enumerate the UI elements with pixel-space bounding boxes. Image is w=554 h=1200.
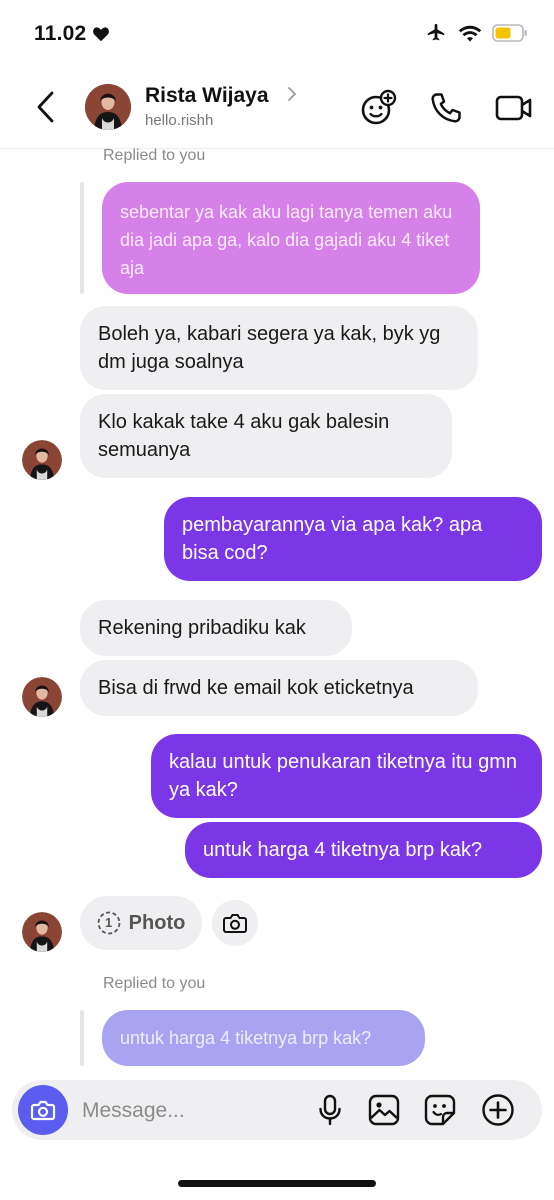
sticker-button[interactable] [420, 1090, 460, 1130]
reply-camera-button[interactable] [212, 900, 258, 946]
phone-icon [431, 93, 461, 123]
effects-button[interactable] [358, 88, 398, 128]
reply-bar [80, 1010, 84, 1066]
incoming-message-bubble[interactable]: Klo kakak take 4 aku gak balesin semuany… [80, 394, 452, 478]
photo-label: Photo [128, 911, 186, 934]
microphone-icon [319, 1094, 341, 1126]
incoming-message-bubble[interactable]: Bisa di frwd ke email kok eticketnya [80, 660, 478, 716]
replied-label: Replied to you [103, 975, 206, 992]
view-once-icon: 1 [97, 911, 121, 935]
view-once-count: 1 [105, 915, 113, 930]
sticker-icon [424, 1094, 456, 1126]
heart-icon [93, 27, 110, 42]
voice-call-button[interactable] [426, 88, 466, 128]
avatar-image [22, 677, 62, 717]
back-button[interactable] [30, 88, 62, 126]
back-chevron-icon [37, 91, 54, 123]
wifi-icon [458, 25, 482, 42]
chevron-right-icon[interactable] [287, 86, 297, 107]
reply-bar [80, 182, 84, 294]
home-indicator[interactable] [178, 1180, 376, 1187]
camera-icon [30, 1100, 56, 1121]
composer-camera-button[interactable] [18, 1085, 68, 1135]
contact-name[interactable]: Rista Wijaya [145, 84, 269, 108]
quoted-message-bubble[interactable]: untuk harga 4 tiketnya brp kak? [102, 1010, 425, 1066]
airplane-icon [427, 23, 445, 41]
chat-header [0, 70, 554, 149]
avatar-image [22, 912, 62, 952]
sender-avatar[interactable] [22, 912, 62, 952]
outgoing-message-bubble[interactable]: kalau untuk penukaran tiketnya itu gmn y… [151, 734, 542, 818]
outgoing-message-bubble[interactable]: untuk harga 4 tiketnya brp kak? [185, 822, 542, 878]
outgoing-message-bubble[interactable]: pembayarannya via apa kak? apa bisa cod? [164, 497, 542, 581]
voice-message-button[interactable] [310, 1090, 350, 1130]
sender-avatar[interactable] [22, 440, 62, 480]
gallery-button[interactable] [364, 1090, 404, 1130]
contact-handle: hello.rishh [145, 112, 214, 129]
incoming-message-bubble[interactable]: Rekening pribadiku kak [80, 600, 352, 656]
replied-label: Replied to you [103, 147, 206, 164]
effects-icon [361, 89, 397, 125]
gallery-icon [368, 1094, 400, 1126]
avatar-image [85, 84, 131, 130]
contact-avatar[interactable] [85, 84, 131, 130]
status-time-text: 11.02 [34, 22, 87, 45]
plus-icon [482, 1094, 514, 1126]
avatar-image [22, 440, 62, 480]
incoming-message-bubble[interactable]: Boleh ya, kabari segera ya kak, byk yg d… [80, 306, 478, 390]
battery-icon [492, 24, 527, 42]
video-call-button[interactable] [494, 88, 534, 128]
more-options-button[interactable] [478, 1090, 518, 1130]
status-time: 11.02 [34, 22, 110, 46]
video-icon [495, 95, 532, 121]
message-input[interactable] [80, 1090, 304, 1132]
quoted-message-bubble[interactable]: sebentar ya kak aku lagi tanya temen aku… [102, 182, 480, 294]
status-icons [424, 22, 528, 44]
sender-avatar[interactable] [22, 677, 62, 717]
camera-icon [223, 914, 247, 933]
view-once-photo[interactable]: 1 Photo [80, 896, 202, 950]
